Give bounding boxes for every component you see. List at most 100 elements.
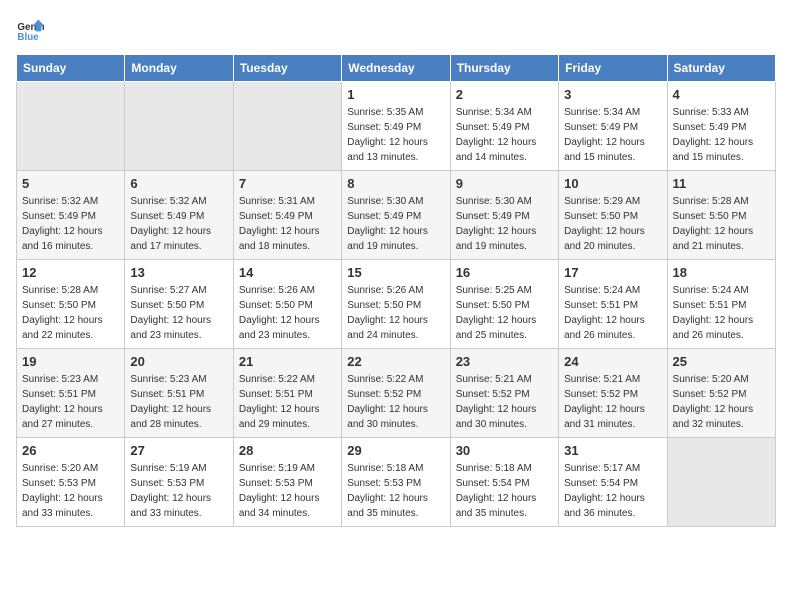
day-info: Sunrise: 5:33 AM Sunset: 5:49 PM Dayligh… — [673, 105, 770, 165]
day-info: Sunrise: 5:27 AM Sunset: 5:50 PM Dayligh… — [130, 283, 227, 343]
day-number: 28 — [239, 443, 336, 458]
calendar-week-row: 19 Sunrise: 5:23 AM Sunset: 5:51 PM Dayli… — [17, 349, 776, 438]
day-info: Sunrise: 5:19 AM Sunset: 5:53 PM Dayligh… — [239, 461, 336, 521]
day-header-tuesday: Tuesday — [233, 55, 341, 82]
day-header-saturday: Saturday — [667, 55, 775, 82]
calendar-cell: 1 Sunrise: 5:35 AM Sunset: 5:49 PM Daylig… — [342, 82, 450, 171]
day-number: 27 — [130, 443, 227, 458]
day-info: Sunrise: 5:24 AM Sunset: 5:51 PM Dayligh… — [564, 283, 661, 343]
day-number: 20 — [130, 354, 227, 369]
calendar-cell: 5Sunrise: 5:32 AM Sunset: 5:49 PM Daylig… — [17, 171, 125, 260]
day-info: Sunrise: 5:26 AM Sunset: 5:50 PM Dayligh… — [347, 283, 444, 343]
day-info: Sunrise: 5:24 AM Sunset: 5:51 PM Dayligh… — [673, 283, 770, 343]
calendar-header: SundayMondayTuesdayWednesdayThursdayFrid… — [17, 55, 776, 82]
day-header-wednesday: Wednesday — [342, 55, 450, 82]
day-info: Sunrise: 5:20 AM Sunset: 5:52 PM Dayligh… — [673, 372, 770, 432]
day-info: Sunrise: 5:30 AM Sunset: 5:49 PM Dayligh… — [456, 194, 553, 254]
svg-text:Blue: Blue — [17, 32, 39, 43]
day-info: Sunrise: 5:29 AM Sunset: 5:50 PM Dayligh… — [564, 194, 661, 254]
day-header-thursday: Thursday — [450, 55, 558, 82]
day-info: Sunrise: 5:28 AM Sunset: 5:50 PM Dayligh… — [673, 194, 770, 254]
calendar-cell: 16 Sunrise: 5:25 AM Sunset: 5:50 PM Dayli… — [450, 260, 558, 349]
calendar-cell: 4Sunrise: 5:33 AM Sunset: 5:49 PM Daylig… — [667, 82, 775, 171]
calendar-cell: 27 Sunrise: 5:19 AM Sunset: 5:53 PM Dayli… — [125, 438, 233, 527]
logo-icon: General Blue — [16, 16, 44, 44]
calendar-cell: 21Sunrise: 5:22 AM Sunset: 5:51 PM Dayli… — [233, 349, 341, 438]
day-info: Sunrise: 5:18 AM Sunset: 5:54 PM Dayligh… — [456, 461, 553, 521]
day-number: 8 — [347, 176, 444, 191]
day-number: 17 — [564, 265, 661, 280]
calendar-cell: 2 Sunrise: 5:34 AM Sunset: 5:49 PM Daylig… — [450, 82, 558, 171]
calendar-cell: 14 Sunrise: 5:26 AM Sunset: 5:50 PM Dayli… — [233, 260, 341, 349]
calendar-cell — [667, 438, 775, 527]
day-number: 19 — [22, 354, 119, 369]
calendar-cell: 25 Sunrise: 5:20 AM Sunset: 5:52 PM Dayli… — [667, 349, 775, 438]
day-number: 13 — [130, 265, 227, 280]
page-header: General Blue — [16, 16, 776, 44]
day-number: 2 — [456, 87, 553, 102]
calendar-cell: 28 Sunrise: 5:19 AM Sunset: 5:53 PM Dayli… — [233, 438, 341, 527]
day-info: Sunrise: 5:34 AM Sunset: 5:49 PM Dayligh… — [456, 105, 553, 165]
day-number: 31 — [564, 443, 661, 458]
calendar-cell: 8 Sunrise: 5:30 AM Sunset: 5:49 PM Daylig… — [342, 171, 450, 260]
calendar-cell: 24Sunrise: 5:21 AM Sunset: 5:52 PM Dayli… — [559, 349, 667, 438]
calendar-cell: 26 Sunrise: 5:20 AM Sunset: 5:53 PM Dayli… — [17, 438, 125, 527]
day-info: Sunrise: 5:34 AM Sunset: 5:49 PM Dayligh… — [564, 105, 661, 165]
day-info: Sunrise: 5:23 AM Sunset: 5:51 PM Dayligh… — [22, 372, 119, 432]
day-info: Sunrise: 5:35 AM Sunset: 5:49 PM Dayligh… — [347, 105, 444, 165]
calendar-cell — [17, 82, 125, 171]
calendar-cell: 7Sunrise: 5:31 AM Sunset: 5:49 PM Daylig… — [233, 171, 341, 260]
day-info: Sunrise: 5:22 AM Sunset: 5:52 PM Dayligh… — [347, 372, 444, 432]
day-number: 18 — [673, 265, 770, 280]
day-number: 9 — [456, 176, 553, 191]
day-info: Sunrise: 5:25 AM Sunset: 5:50 PM Dayligh… — [456, 283, 553, 343]
calendar-cell: 23 Sunrise: 5:21 AM Sunset: 5:52 PM Dayli… — [450, 349, 558, 438]
calendar-cell: 20 Sunrise: 5:23 AM Sunset: 5:51 PM Dayli… — [125, 349, 233, 438]
day-info: Sunrise: 5:31 AM Sunset: 5:49 PM Dayligh… — [239, 194, 336, 254]
day-header-friday: Friday — [559, 55, 667, 82]
day-number: 12 — [22, 265, 119, 280]
calendar-cell — [125, 82, 233, 171]
day-info: Sunrise: 5:21 AM Sunset: 5:52 PM Dayligh… — [456, 372, 553, 432]
calendar-cell: 17 Sunrise: 5:24 AM Sunset: 5:51 PM Dayli… — [559, 260, 667, 349]
day-info: Sunrise: 5:19 AM Sunset: 5:53 PM Dayligh… — [130, 461, 227, 521]
day-number: 3 — [564, 87, 661, 102]
day-number: 21 — [239, 354, 336, 369]
calendar-cell: 30Sunrise: 5:18 AM Sunset: 5:54 PM Dayli… — [450, 438, 558, 527]
day-header-monday: Monday — [125, 55, 233, 82]
day-number: 5 — [22, 176, 119, 191]
day-info: Sunrise: 5:26 AM Sunset: 5:50 PM Dayligh… — [239, 283, 336, 343]
calendar-week-row: 5 Sunrise: 5:32 AM Sunset: 5:49 PM Daylig… — [17, 171, 776, 260]
day-number: 22 — [347, 354, 444, 369]
calendar-cell: 9 Sunrise: 5:30 AM Sunset: 5:49 PM Daylig… — [450, 171, 558, 260]
day-header-sunday: Sunday — [17, 55, 125, 82]
day-number: 6 — [130, 176, 227, 191]
calendar-week-row: 1 Sunrise: 5:35 AM Sunset: 5:49 PM Daylig… — [17, 82, 776, 171]
day-number: 25 — [673, 354, 770, 369]
day-info: Sunrise: 5:32 AM Sunset: 5:49 PM Dayligh… — [130, 194, 227, 254]
day-info: Sunrise: 5:23 AM Sunset: 5:51 PM Dayligh… — [130, 372, 227, 432]
calendar-cell: 10Sunrise: 5:29 AM Sunset: 5:50 PM Dayli… — [559, 171, 667, 260]
day-number: 26 — [22, 443, 119, 458]
calendar-week-row: 26 Sunrise: 5:20 AM Sunset: 5:53 PM Dayli… — [17, 438, 776, 527]
day-info: Sunrise: 5:30 AM Sunset: 5:49 PM Dayligh… — [347, 194, 444, 254]
day-number: 14 — [239, 265, 336, 280]
day-number: 16 — [456, 265, 553, 280]
day-number: 15 — [347, 265, 444, 280]
day-number: 23 — [456, 354, 553, 369]
day-number: 29 — [347, 443, 444, 458]
calendar-cell: 19 Sunrise: 5:23 AM Sunset: 5:51 PM Dayli… — [17, 349, 125, 438]
day-info: Sunrise: 5:20 AM Sunset: 5:53 PM Dayligh… — [22, 461, 119, 521]
calendar-table: SundayMondayTuesdayWednesdayThursdayFrid… — [16, 54, 776, 527]
calendar-cell: 18 Sunrise: 5:24 AM Sunset: 5:51 PM Dayli… — [667, 260, 775, 349]
day-info: Sunrise: 5:18 AM Sunset: 5:53 PM Dayligh… — [347, 461, 444, 521]
calendar-cell: 6 Sunrise: 5:32 AM Sunset: 5:49 PM Daylig… — [125, 171, 233, 260]
day-info: Sunrise: 5:28 AM Sunset: 5:50 PM Dayligh… — [22, 283, 119, 343]
day-number: 1 — [347, 87, 444, 102]
calendar-week-row: 12 Sunrise: 5:28 AM Sunset: 5:50 PM Dayli… — [17, 260, 776, 349]
day-number: 24 — [564, 354, 661, 369]
logo: General Blue — [16, 16, 48, 44]
calendar-cell: 3 Sunrise: 5:34 AM Sunset: 5:49 PM Daylig… — [559, 82, 667, 171]
calendar-cell — [233, 82, 341, 171]
calendar-cell: 12 Sunrise: 5:28 AM Sunset: 5:50 PM Dayli… — [17, 260, 125, 349]
